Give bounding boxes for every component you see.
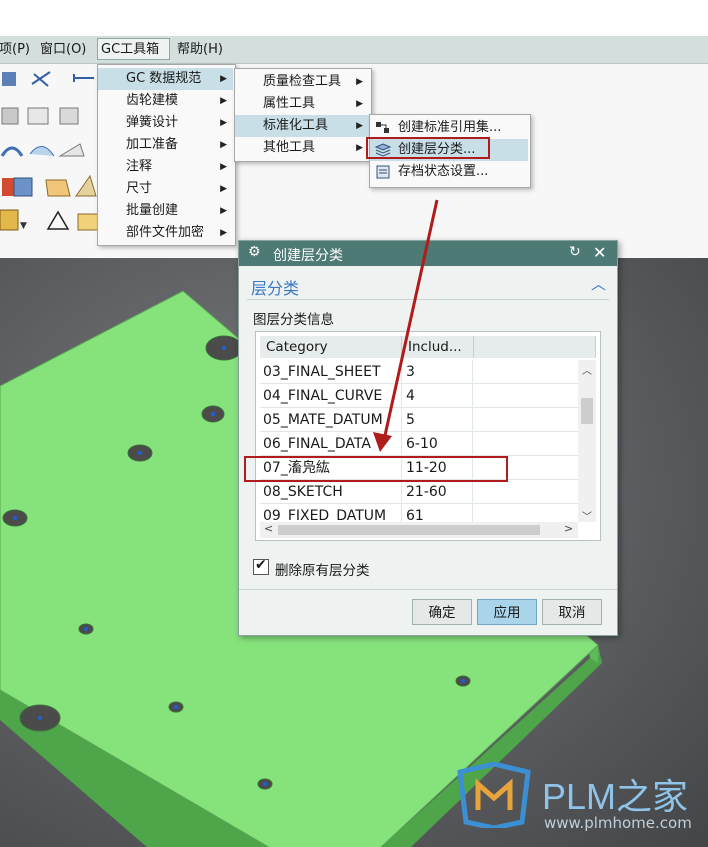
watermark-url: www.plmhome.com	[544, 814, 692, 832]
watermark-brand: PLM之家	[542, 776, 689, 817]
watermark: PLM之家 www.plmhome.com	[456, 762, 706, 840]
plm-logo-icon	[457, 762, 531, 828]
annotation-arrow	[373, 199, 439, 452]
